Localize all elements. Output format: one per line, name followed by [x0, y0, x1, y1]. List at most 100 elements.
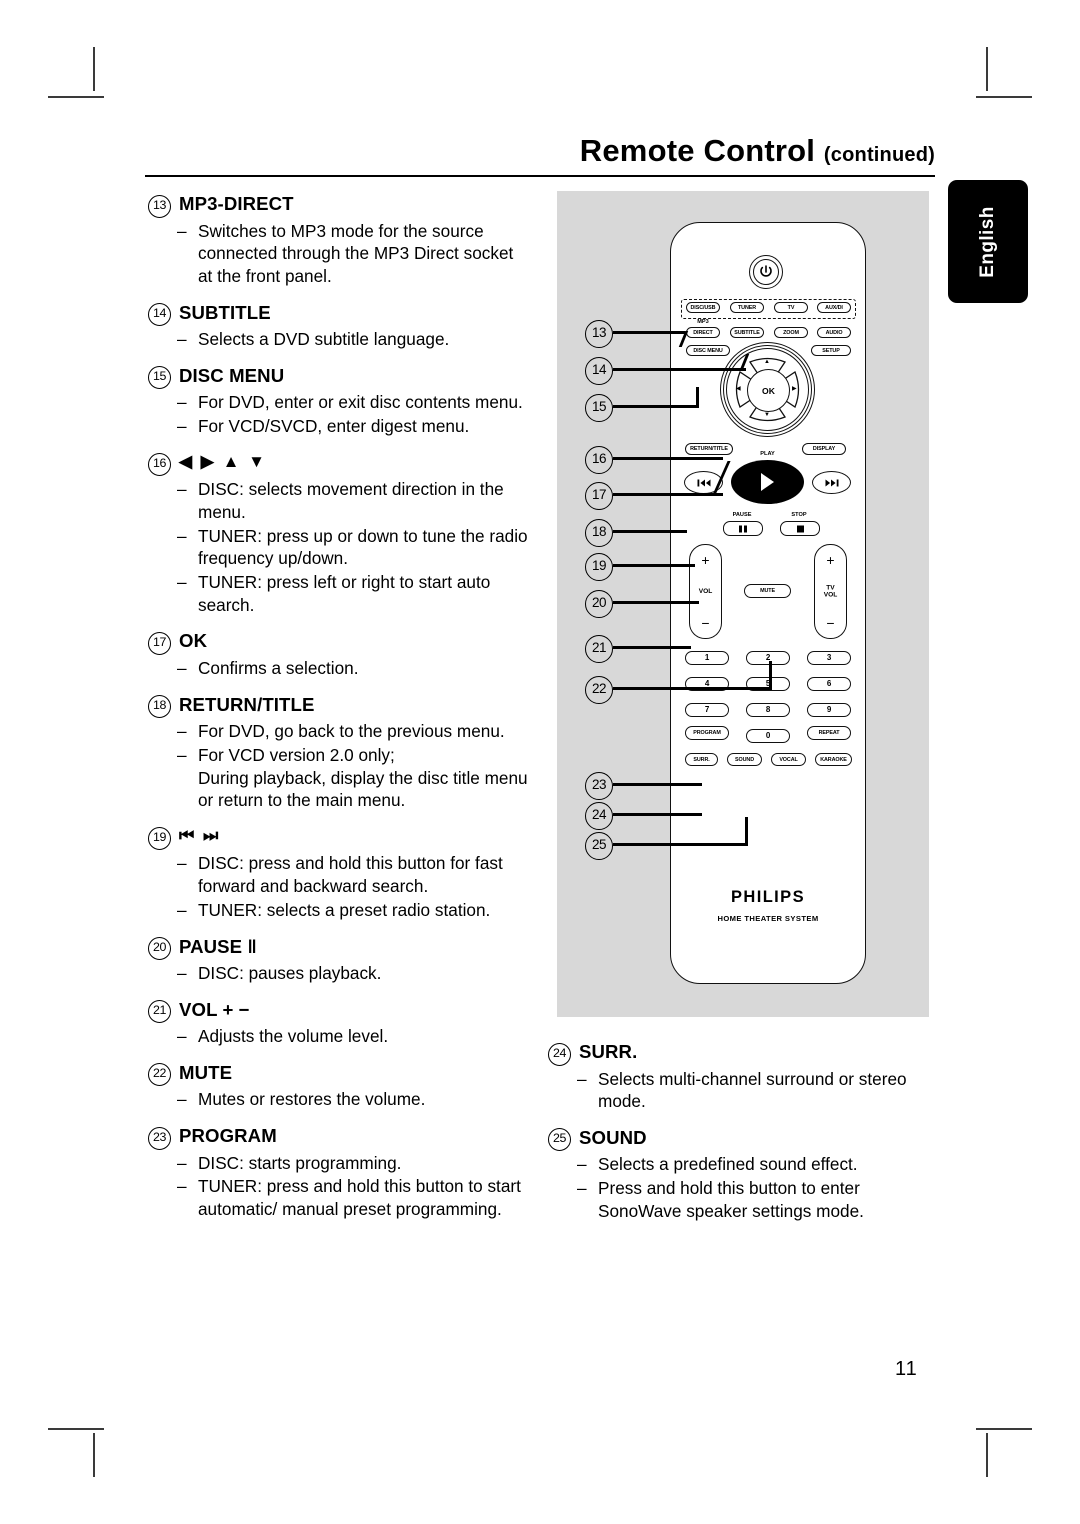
- manual-entry: 24 SURR. – Selects multi-channel surround o…: [548, 1040, 928, 1113]
- entry-number: 20: [148, 937, 171, 961]
- btn-mp3-direct[interactable]: DIRECT: [686, 327, 720, 338]
- btn-vocal[interactable]: VOCAL: [771, 753, 806, 766]
- entry-heading: 18 RETURN/TITLE: [148, 693, 528, 719]
- bullet-text: Adjusts the volume level.: [198, 1026, 389, 1047]
- btn-num-6[interactable]: 6: [807, 676, 851, 691]
- bullet-text: Confirms a selection.: [198, 657, 359, 678]
- manual-entry: 14 SUBTITLE – Selects a DVD subtitle langua…: [148, 301, 528, 351]
- btn-surr[interactable]: SURR.: [685, 753, 718, 766]
- vol-rocker[interactable]: + VOL −: [689, 544, 722, 639]
- btn-aux-di[interactable]: AUX/DI: [817, 302, 851, 313]
- entry-bullet: – TUNER: press left or right to start aut…: [177, 571, 528, 616]
- entry-bullet: – Selects multi-channel surround or stere…: [577, 1068, 928, 1113]
- remote-control-body: DISC/USB TUNER TV AUX/DI MP3 DIRECT SUBT…: [670, 222, 866, 984]
- tv-vol-plus[interactable]: +: [815, 553, 846, 567]
- entry-number: 15: [148, 366, 171, 390]
- dpad-left-arrow[interactable]: ◀: [736, 385, 741, 392]
- btn-tv[interactable]: TV: [774, 302, 808, 313]
- btn-ok[interactable]: OK: [747, 369, 790, 412]
- page-header: Remote Control (continued): [145, 135, 935, 177]
- btn-num-1[interactable]: 1: [685, 650, 729, 665]
- mp3-label: MP3: [697, 319, 709, 325]
- remote-illustration-panel: 13 14 15 16 17 18 19 20 21 22 23 24 25 D…: [557, 191, 929, 1017]
- btn-disc-usb[interactable]: DISC/USB: [686, 302, 720, 313]
- dpad-right-arrow[interactable]: ▶: [792, 385, 797, 392]
- entry-number: 13: [148, 194, 171, 218]
- entry-bullet: – Press and hold this button to enter Son…: [577, 1177, 928, 1222]
- bullet-dash: –: [177, 963, 187, 984]
- manual-entry: 22 MUTE – Mutes or restores the volume.: [148, 1061, 528, 1111]
- entry-heading: 25 SOUND: [548, 1126, 928, 1152]
- manual-entry: 20 PAUSE ‖ – DISC: pauses playback.: [148, 935, 528, 985]
- btn-num-7[interactable]: 7: [685, 702, 729, 717]
- vol-minus[interactable]: −: [690, 616, 721, 630]
- entry-heading: 19 ⏮ ⏭: [148, 825, 528, 851]
- page-title-continued: (continued): [823, 144, 935, 166]
- btn-program[interactable]: PROGRAM: [685, 726, 729, 740]
- bullet-dash: –: [177, 572, 187, 593]
- bullet-text: For DVD, go back to the previous menu.: [198, 721, 505, 742]
- bullet-text: Mutes or restores the volume.: [198, 1089, 426, 1110]
- leader-15b: [696, 387, 699, 407]
- brand-block: PHILIPS HOME THEATER SYSTEM: [671, 888, 865, 923]
- manual-entry: 16 ◀ ▶ ▲ ▼ – DISC: selects movement directi…: [148, 451, 528, 617]
- btn-mute[interactable]: MUTE: [744, 584, 791, 598]
- language-tab-label: English: [977, 205, 998, 278]
- btn-subtitle[interactable]: SUBTITLE: [730, 327, 764, 338]
- btn-return-title[interactable]: RETURN/TITLE: [685, 443, 733, 455]
- btn-tuner[interactable]: TUNER: [730, 302, 764, 313]
- bullet-dash: –: [177, 392, 187, 413]
- manual-entry: 23 PROGRAM – DISC: starts programming. – TUNE…: [148, 1124, 528, 1221]
- btn-num-3[interactable]: 3: [807, 650, 851, 665]
- tv-vol-line2: VOL: [823, 591, 838, 599]
- btn-setup[interactable]: SETUP: [811, 345, 851, 356]
- entry-number: 18: [148, 695, 171, 719]
- btn-num-0[interactable]: 0: [746, 728, 790, 743]
- leader-25: [613, 843, 748, 846]
- callout-13: 13: [585, 320, 613, 348]
- callout-19: 19: [585, 553, 613, 581]
- dpad-up-arrow[interactable]: ▲: [764, 359, 770, 365]
- crop-mark-tl-v: [93, 47, 95, 91]
- btn-num-8[interactable]: 8: [746, 702, 790, 717]
- power-button[interactable]: [749, 255, 783, 289]
- bullet-text: Press and hold this button to enter Sono…: [598, 1178, 864, 1221]
- tv-vol-rocker[interactable]: + TV VOL −: [814, 544, 847, 639]
- entry-label: ⏮ ⏭: [179, 825, 221, 845]
- page-number: 11: [895, 1358, 918, 1380]
- btn-pause[interactable]: [723, 521, 763, 536]
- btn-skip-next[interactable]: [812, 471, 851, 494]
- dpad-down-arrow[interactable]: ▼: [764, 412, 770, 418]
- entry-label: VOL + −: [179, 998, 250, 1020]
- bullet-dash: –: [577, 1068, 587, 1089]
- pause-label: PAUSE: [732, 512, 752, 518]
- tv-vol-minus[interactable]: −: [815, 616, 846, 630]
- btn-stop[interactable]: [780, 521, 820, 536]
- power-standby-icon: [760, 265, 772, 277]
- callout-15: 15: [585, 394, 613, 422]
- btn-num-2[interactable]: 2: [746, 650, 790, 665]
- entry-heading: 17 OK: [148, 629, 528, 655]
- bullet-text: Selects a DVD subtitle language.: [198, 329, 450, 350]
- crop-mark-tl-h: [48, 96, 104, 98]
- bullet-dash: –: [177, 899, 187, 920]
- bullet-dash: –: [177, 721, 187, 742]
- btn-zoom[interactable]: ZOOM: [774, 327, 808, 338]
- btn-play[interactable]: [731, 460, 804, 504]
- btn-karaoke[interactable]: KARAOKE: [815, 753, 852, 766]
- btn-repeat[interactable]: REPEAT: [807, 726, 851, 740]
- crop-mark-bl-h: [48, 1428, 104, 1430]
- manual-entry: 15 DISC MENU – For DVD, enter or exit disc …: [148, 364, 528, 438]
- btn-sound[interactable]: SOUND: [727, 753, 762, 766]
- stop-icon: [797, 525, 804, 532]
- bullet-text: Selects a predefined sound effect.: [598, 1154, 858, 1175]
- entry-bullet: – For DVD, go back to the previous menu.: [177, 720, 528, 743]
- btn-display[interactable]: DISPLAY: [802, 443, 846, 455]
- bullet-dash: –: [177, 853, 187, 874]
- navigation-dpad[interactable]: ▲ ▼ ◀ ▶ OK: [720, 342, 815, 437]
- vol-label: VOL: [698, 587, 713, 595]
- manual-entry: 25 SOUND – Selects a predefined sound effec…: [548, 1126, 928, 1223]
- btn-num-9[interactable]: 9: [807, 702, 851, 717]
- bullet-text: DISC: selects movement direction in the …: [198, 479, 504, 522]
- btn-audio[interactable]: AUDIO: [817, 327, 851, 338]
